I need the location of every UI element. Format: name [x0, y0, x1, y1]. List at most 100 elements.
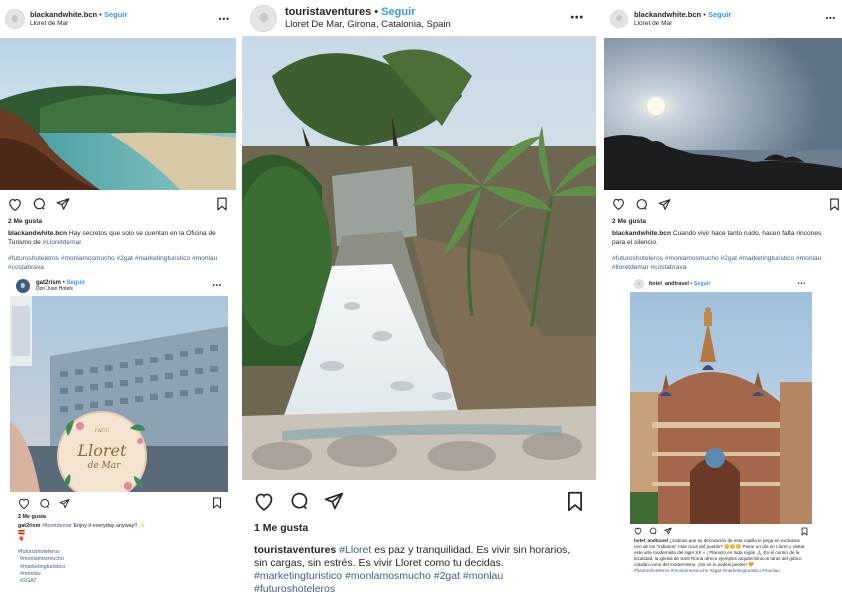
caption-username[interactable]: hotel_andtravel: [634, 538, 668, 543]
caption-text: Enjoy it everyday anyway!! ✨: [73, 523, 146, 529]
post-card-1: blackandwhite.bcn • Seguir Lloret de Mar…: [0, 0, 236, 276]
avatar[interactable]: [634, 279, 644, 289]
more-options-icon[interactable]: •••: [213, 283, 222, 289]
username[interactable]: touristaventures: [285, 6, 371, 18]
post-header: blackandwhite.bcn • Seguir Lloret de Mar…: [604, 0, 842, 38]
share-icon[interactable]: [324, 491, 344, 511]
more-options-icon[interactable]: •••: [570, 13, 584, 24]
comment-icon[interactable]: [39, 498, 50, 509]
caption: hotel_andtravel ¿Sabíais que su decoraci…: [634, 538, 808, 568]
caption-hashtag[interactable]: #Lloret: [339, 544, 371, 556]
sunset-photo: [604, 38, 842, 190]
post-photo[interactable]: [242, 36, 596, 480]
caption: blackandwhite.bcn Cuando vivir hace tant…: [612, 230, 834, 247]
post-photo[interactable]: [604, 38, 842, 190]
follow-button[interactable]: Seguir: [381, 6, 415, 18]
bookmark-icon[interactable]: [566, 491, 584, 512]
separator-dot: •: [703, 9, 706, 19]
share-icon[interactable]: [664, 527, 672, 535]
caption-emoji-2: 🎈: [18, 537, 25, 544]
coaster-small-text: l'ACU: [95, 428, 110, 434]
post-header: touristaventures • Seguir Lloret De Mar,…: [242, 0, 596, 36]
location-link[interactable]: Lloret de Mar: [30, 20, 127, 27]
caption-hashtag[interactable]: #Lloretdemar: [43, 239, 82, 246]
post-card-4: blackandwhite.bcn • Seguir Lloret de Mar…: [604, 0, 842, 276]
follow-button[interactable]: Seguir: [708, 10, 731, 19]
hashtag[interactable]: #monlamosmucho: [18, 556, 226, 563]
avatar[interactable]: [610, 10, 628, 28]
post-header: hotel_andtravel • Seguir •••: [628, 276, 814, 292]
hashtag[interactable]: #marketingturistico: [18, 564, 226, 571]
beach-photo: [0, 38, 236, 190]
caption-emoji-1: 🇪🇸: [18, 530, 25, 537]
hashtag[interactable]: #2GAT: [18, 578, 226, 585]
bookmark-icon[interactable]: [829, 198, 840, 211]
coaster-subtitle: de Mar: [88, 461, 122, 471]
bookmark-icon[interactable]: [216, 197, 228, 211]
comment-icon[interactable]: [635, 198, 648, 211]
likes-count[interactable]: 2 Me gusta: [8, 218, 228, 225]
username[interactable]: blackandwhite.bcn: [634, 10, 701, 19]
coaster-title: Lloret: [77, 441, 127, 460]
action-bar: [242, 480, 596, 522]
separator-dot: •: [99, 9, 102, 19]
separator-dot: •: [690, 281, 693, 287]
waterfall-photo: [242, 36, 596, 480]
hashtags[interactable]: #futuroshoteleros #monlamosmucho #2gat #…: [8, 255, 228, 272]
more-options-icon[interactable]: •••: [826, 16, 836, 23]
caption: blackandwhite.bcn Hay secretos que solo …: [8, 230, 228, 247]
post-header: gat2rism • Seguir Don Juan Hotels •••: [10, 276, 234, 296]
caption-username[interactable]: blackandwhite.bcn: [8, 230, 67, 237]
heart-icon[interactable]: [18, 498, 30, 509]
location-link[interactable]: Don Juan Hotels: [36, 286, 85, 293]
avatar[interactable]: [5, 9, 25, 29]
follow-button[interactable]: Seguir: [104, 10, 127, 19]
share-icon[interactable]: [59, 498, 70, 509]
bookmark-icon[interactable]: [212, 497, 222, 509]
likes-count[interactable]: 2 Me gusta: [612, 218, 834, 225]
hashtags[interactable]: #futuroshoteleros #monlamosmucho #2gat #…: [612, 255, 834, 272]
comment-icon[interactable]: [649, 527, 657, 535]
avatar[interactable]: [16, 279, 30, 293]
comment-icon[interactable]: [289, 491, 309, 511]
action-bar: [628, 524, 814, 538]
hashtag[interactable]: #monlau: [18, 571, 226, 578]
username[interactable]: blackandwhite.bcn: [30, 10, 97, 19]
action-bar: [0, 190, 236, 218]
hotel-photo: l'ACU Lloret de Mar: [10, 296, 228, 492]
hashtags[interactable]: #marketingturistico #monlamosmucho #2gat…: [254, 570, 584, 596]
post-card-3: touristaventures • Seguir Lloret De Mar,…: [242, 0, 596, 596]
heart-icon[interactable]: [634, 527, 642, 535]
hashtags[interactable]: #futuroshoteleros #monlamosmucho #2gat #…: [634, 568, 808, 574]
post-card-2: gat2rism • Seguir Don Juan Hotels ••• l'…: [10, 276, 234, 596]
heart-icon[interactable]: [612, 198, 625, 210]
caption-username[interactable]: gat2rism: [18, 523, 40, 529]
more-options-icon[interactable]: •••: [219, 15, 230, 24]
post-photo[interactable]: [0, 38, 236, 190]
caption-username[interactable]: blackandwhite.bcn: [612, 230, 671, 237]
post-photo[interactable]: [630, 292, 814, 524]
likes-count[interactable]: 2 Me gusta: [18, 514, 226, 520]
separator-dot: •: [374, 5, 379, 18]
heart-icon[interactable]: [8, 198, 22, 211]
caption-username[interactable]: touristaventures: [254, 544, 336, 556]
comment-icon[interactable]: [32, 197, 46, 211]
more-options-icon[interactable]: •••: [798, 281, 806, 287]
action-bar: [604, 190, 842, 218]
hashtag[interactable]: #futuroshoteleros: [18, 549, 226, 556]
location-link[interactable]: Lloret De Mar, Girona, Catalonia, Spain: [285, 19, 451, 30]
post-card-5: hotel_andtravel • Seguir ••• hotel_andtr…: [628, 276, 814, 596]
username[interactable]: hotel_andtravel: [649, 281, 689, 287]
hashtag-list: #futuroshoteleros #monlamosmucho #market…: [18, 549, 226, 585]
bookmark-icon[interactable]: [801, 527, 808, 536]
follow-button[interactable]: Seguir: [694, 281, 711, 287]
caption-hashtag[interactable]: #lloretdemar: [42, 523, 72, 529]
heart-icon[interactable]: [254, 492, 274, 511]
caption: gat2rism #lloretdemar Enjoy it everyday …: [18, 523, 226, 530]
share-icon[interactable]: [56, 197, 70, 211]
share-icon[interactable]: [658, 198, 671, 211]
avatar[interactable]: [250, 4, 277, 32]
location-link[interactable]: Lloret de Mar: [634, 20, 731, 27]
likes-count[interactable]: 1 Me gusta: [254, 522, 584, 534]
post-photo[interactable]: l'ACU Lloret de Mar: [10, 296, 234, 492]
